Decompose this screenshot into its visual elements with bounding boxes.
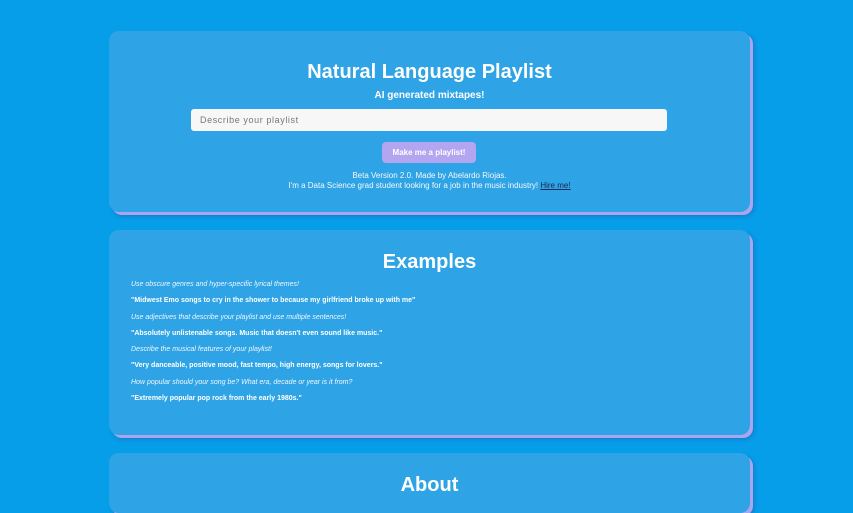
version-text: Beta Version 2.0. Made by Abelardo Rioja… [352,171,507,180]
page-subtitle: AI generated mixtapes! [374,90,485,101]
bio-text: I'm a Data Science grad student looking … [288,180,541,190]
example-hint: Use obscure genres and hyper-specific ly… [131,281,299,288]
example-prompt: "Midwest Emo songs to cry in the shower … [131,297,416,305]
example-prompt: "Extremely popular pop rock from the ear… [131,395,302,403]
hire-me-link[interactable]: Hire me! [540,181,570,190]
about-heading: About [400,474,459,496]
footer-credits: Beta Version 2.0. Made by Abelardo Rioja… [109,171,750,190]
playlist-description-input[interactable] [191,109,667,131]
playlist-generator-card: Natural Language Playlist AI generated m… [109,31,750,212]
example-prompt: "Very danceable, positive mood, fast tem… [131,362,383,370]
example-prompt: "Absolutely unlistenable songs. Music th… [131,329,383,337]
examples-list: Use obscure genres and hyper-specific ly… [131,280,730,410]
example-hint: Describe the musical features of your pl… [131,346,272,354]
example-hint: Use adjectives that describe your playli… [131,313,347,321]
examples-heading: Examples [382,251,477,273]
examples-card: Examples Use obscure genres and hyper-sp… [109,230,750,435]
make-playlist-button[interactable]: Make me a playlist! [382,142,476,163]
about-card: About [109,453,750,513]
bio-line: I'm a Data Science grad student looking … [109,181,750,191]
example-hint: How popular should your song be? What er… [131,378,353,386]
page-title: Natural Language Playlist [307,61,552,83]
